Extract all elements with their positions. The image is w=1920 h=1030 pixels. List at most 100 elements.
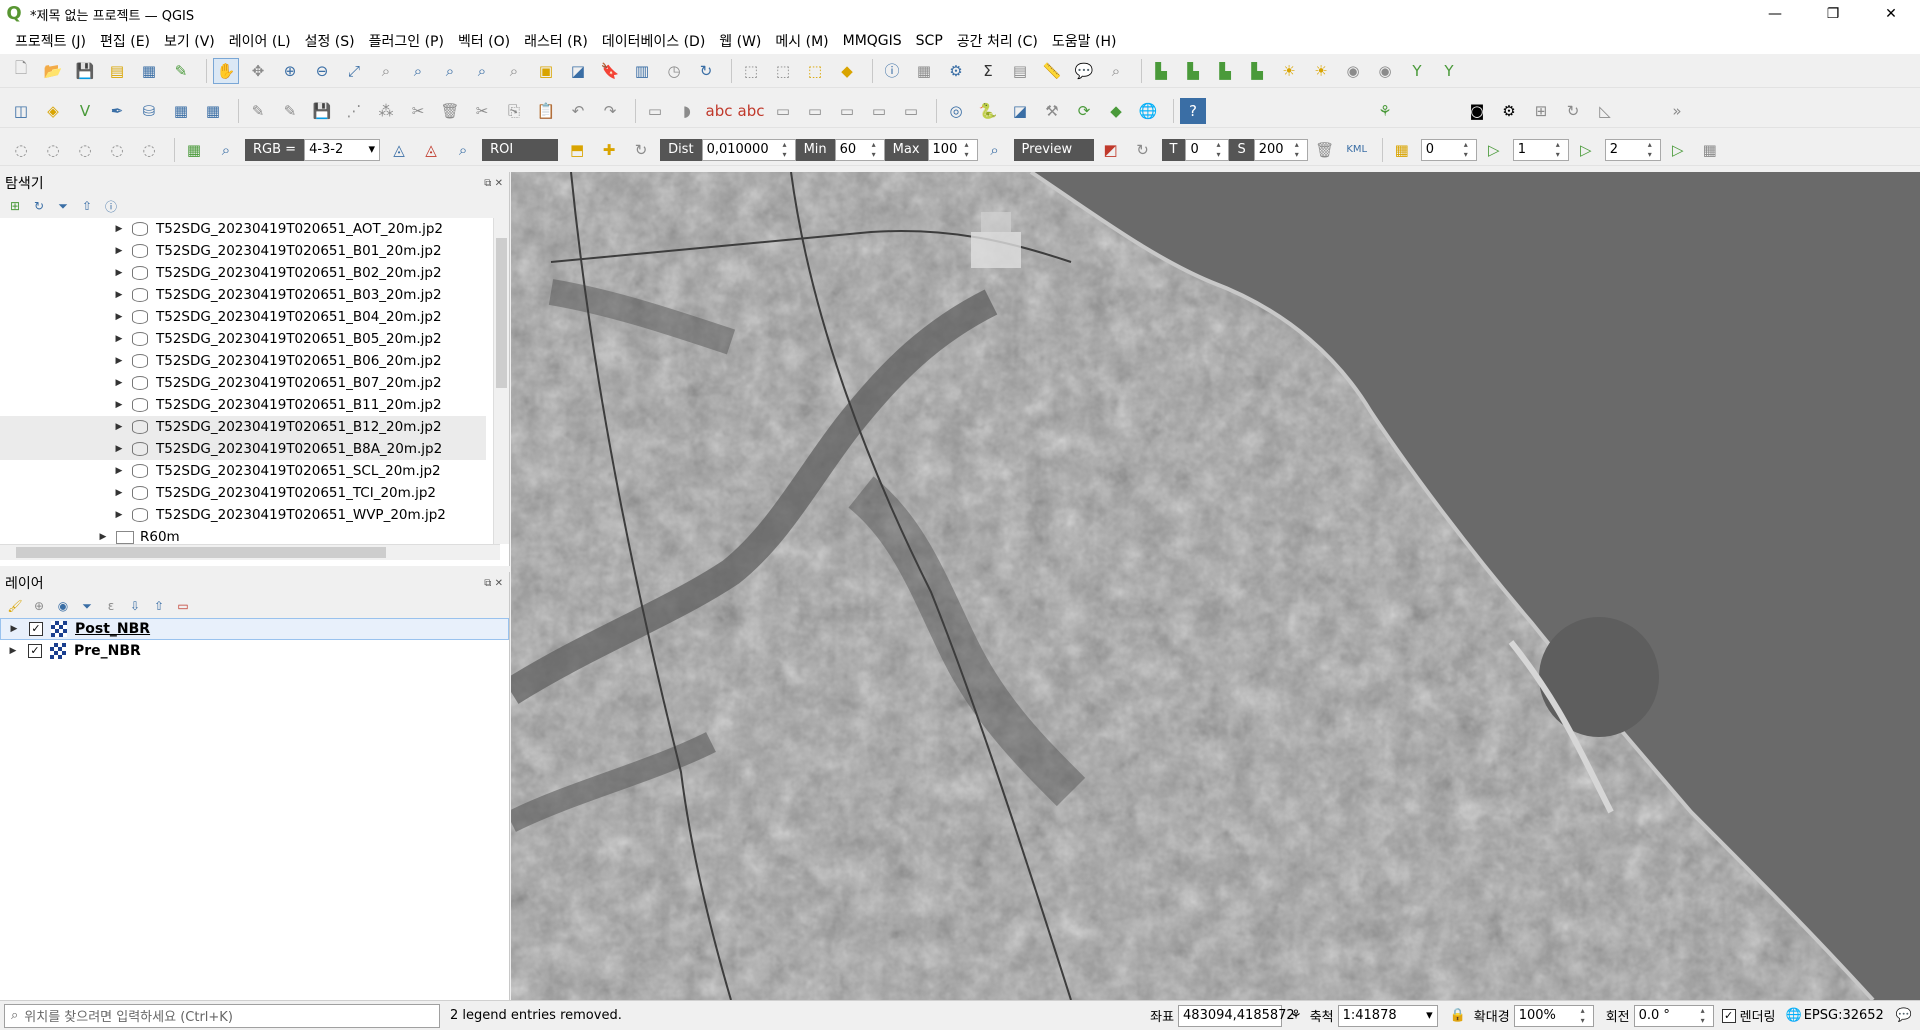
preview-redo-icon[interactable]: ◩ [1098,137,1124,163]
plugin-tool-4-icon[interactable]: Y [1436,58,1462,84]
expand-arrow-icon[interactable]: ▶ [112,510,126,520]
value-field-3[interactable]: 2 ▴ ▾ [1604,138,1661,161]
rgb-select[interactable]: 4-3-2 ▾ [304,138,381,161]
plant-tool-icon[interactable]: ⚘ [1372,98,1398,124]
menu-view[interactable]: 보기 (V) [157,31,222,51]
sync-icon[interactable]: ⟳ [1071,98,1097,124]
close-button[interactable]: ✕ [1862,0,1920,28]
collapse-all-layers-icon[interactable]: ⇧ [150,597,168,615]
expand-arrow-icon[interactable]: ▶ [112,312,126,322]
list-item[interactable]: ▶ T52SDG_20230419T020651_SCL_20m.jp2 [0,460,486,482]
maximize-button[interactable]: ❐ [1804,0,1862,28]
redo-icon[interactable]: ↷ [597,98,623,124]
roi-create-icon[interactable]: ⬒ [564,137,590,163]
crs-button[interactable]: EPSG:32652 [1804,1008,1884,1023]
remove-layer-icon[interactable]: ▭ [174,597,192,615]
data-source-manager-icon[interactable]: ◫ [8,98,34,124]
label-tool-9-icon[interactable]: ▭ [898,98,924,124]
s-field[interactable]: 200 ▴ ▾ [1253,138,1308,161]
statistics-icon[interactable]: Σ [975,58,1001,84]
expand-arrow-icon[interactable]: ▶ [7,624,21,634]
search-features-icon[interactable]: ⌕ [1103,58,1129,84]
t-field[interactable]: 0 ▴ ▾ [1185,138,1230,161]
preview-zoom-icon[interactable]: ⌕ [982,137,1008,163]
menu-mesh[interactable]: 메시 (M) [768,31,835,51]
deselect-icon[interactable]: ⬚ [802,58,828,84]
layers-plugin-icon[interactable]: ◆ [1103,98,1129,124]
vertex-tool-icon[interactable]: ⁂ [373,98,399,124]
list-item[interactable]: ▶ T52SDG_20230419T020651_B11_20m.jp2 [0,394,486,416]
zoom-out-icon[interactable]: ⊖ [309,58,335,84]
run-3-icon[interactable]: ▷ [1665,137,1691,163]
cut-features-icon[interactable]: ✂ [469,98,495,124]
refresh-icon[interactable]: ↻ [693,58,719,84]
field-calculator-icon[interactable]: ▤ [1007,58,1033,84]
crs-globe-icon[interactable]: 🌐 [1786,1008,1802,1023]
run-1-icon[interactable]: ▷ [1481,137,1507,163]
capture-icon[interactable]: ◙ [1464,98,1490,124]
max-field[interactable]: 100 ▴ ▾ [927,138,978,161]
plugin-tool-3-icon[interactable]: Y [1404,58,1430,84]
menu-settings[interactable]: 설정 (S) [298,31,362,51]
layer-visibility-checkbox[interactable]: ✓ [29,622,43,636]
measure-angle-icon[interactable]: ◺ [1592,98,1618,124]
save-edits-icon[interactable]: 💾 [309,98,335,124]
mmqgis-tool-4-icon[interactable]: ▙ [1244,58,1270,84]
roi-add-icon[interactable]: ✚ [596,137,622,163]
grid-tool-icon[interactable]: ▦ [1697,137,1723,163]
menu-project[interactable]: 프로젝트 (J) [8,31,93,51]
label-tool-5-icon[interactable]: ▭ [770,98,796,124]
list-item[interactable]: ▶ T52SDG_20230419T020651_B01_20m.jp2 [0,240,486,262]
map-canvas[interactable] [511,172,1920,1000]
expand-arrow-icon[interactable]: ▶ [112,224,126,234]
select-location-icon[interactable]: ◆ [834,58,860,84]
undo-icon[interactable]: ↶ [565,98,591,124]
new-bookmark-icon[interactable]: 🔖 [597,58,623,84]
panel-float-close-icon[interactable]: ⧉ ✕ [484,578,509,589]
menu-edit[interactable]: 편집 (E) [93,31,157,51]
expand-arrow-icon[interactable]: ▶ [112,356,126,366]
expand-arrow-icon[interactable]: ▶ [112,444,126,454]
toggle-editing-icon[interactable]: ✎ [277,98,303,124]
roi-redo-icon[interactable]: ↻ [628,137,654,163]
expand-all-icon[interactable]: ⇩ [126,597,144,615]
list-item[interactable]: ▶ T52SDG_20230419T020651_B8A_20m.jp2 [0,438,486,460]
measure-line-icon[interactable]: 📏 [1039,58,1065,84]
scp-dock-icon[interactable]: ▦ [181,137,207,163]
roi-zoom-icon[interactable]: ⌕ [450,137,476,163]
expand-arrow-icon[interactable]: ▶ [112,246,126,256]
add-spatialite-icon[interactable]: ⛁ [136,98,162,124]
value-field-1[interactable]: 0 ▴ ▾ [1420,138,1477,161]
layer-row-pre-nbr[interactable]: ▶ ✓ Pre_NBR [0,640,509,662]
add-delimited-text-icon[interactable]: ✒ [104,98,130,124]
manage-map-themes-icon[interactable]: ◉ [54,597,72,615]
menu-database[interactable]: 데이터베이스 (D) [595,31,712,51]
render-checkbox[interactable]: ✓ [1721,1008,1736,1023]
label-tool-4-icon[interactable]: abc [738,98,765,124]
zoom-full-icon[interactable]: ⤢ [341,58,367,84]
move-feature-icon[interactable]: ✂ [405,98,431,124]
expand-arrow-icon[interactable]: ▶ [6,646,20,656]
zoom-in-icon[interactable]: ⊕ [277,58,303,84]
properties-info-icon[interactable]: ⓘ [102,197,120,215]
new-print-layout-icon[interactable]: ▤ [104,58,130,84]
add-raster-layer-icon[interactable]: V [72,98,98,124]
pan-icon[interactable]: ✋ [213,57,239,84]
style-manager-icon[interactable]: ✎ [168,58,194,84]
expand-arrow-icon[interactable]: ▶ [112,466,126,476]
run-2-icon[interactable]: ▷ [1573,137,1599,163]
zoom-to-layer-icon[interactable]: ⌕ [405,58,431,84]
dist-field[interactable]: 0,010000 ▴ ▾ [701,138,796,161]
expand-arrow-icon[interactable]: ▶ [96,532,110,542]
label-tool-8-icon[interactable]: ▭ [866,98,892,124]
preview-refresh-icon[interactable]: ↻ [1130,137,1156,163]
expand-arrow-icon[interactable]: ▶ [112,378,126,388]
processing-toolbox-icon[interactable]: ⚙ [943,58,969,84]
label-tool-2-icon[interactable]: ◗ [674,98,700,124]
list-item[interactable]: ▶ T52SDG_20230419T020651_B07_20m.jp2 [0,372,486,394]
scp-tool-2-icon[interactable]: ◌ [40,137,66,163]
label-tool-1-icon[interactable]: ▭ [642,98,668,124]
list-item[interactable]: ▶ T52SDG_20230419T020651_AOT_20m.jp2 [0,218,486,240]
label-tool-7-icon[interactable]: ▭ [834,98,860,124]
menu-mmqgis[interactable]: MMQGIS [836,33,909,49]
